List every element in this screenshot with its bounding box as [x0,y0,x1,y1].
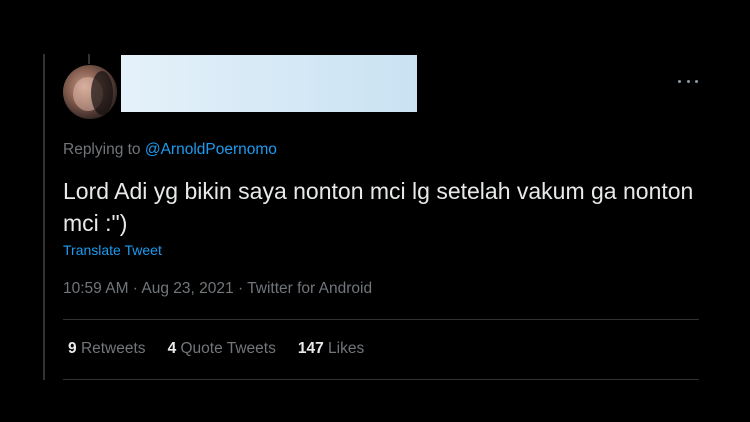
quote-tweets-label: Quote Tweets [180,340,276,357]
dot [695,79,698,83]
tweet-date[interactable]: Aug 23, 2021 [141,280,233,297]
retweets-stat[interactable]: 9 Retweets [68,340,146,358]
tweet-stats: 9 Retweets 4 Quote Tweets 147 Likes [68,340,386,358]
dot [686,79,690,83]
avatar[interactable] [63,65,117,119]
tweet-source[interactable]: Twitter for Android [247,280,372,297]
meta-separator: · [128,280,142,297]
quote-tweets-count: 4 [167,340,177,357]
retweets-label: Retweets [80,340,146,357]
replying-handle-link[interactable]: @ArnoldPoernomo [145,141,277,158]
tweet-screenshot: Replying to @ArnoldPoernomo Lord Adi yg … [0,0,750,422]
tweet-text: Lord Adi yg bikin saya nonton mci lg set… [63,178,694,236]
tweet-time[interactable]: 10:59 AM [63,280,129,297]
thread-line [43,54,45,380]
translate-tweet-link[interactable]: Translate Tweet [63,242,162,258]
more-horizontal-icon[interactable] [678,76,698,86]
thread-connector [88,54,90,64]
avatar-shadow [91,71,113,115]
replying-to-line: Replying to @ArnoldPoernomo [63,141,277,159]
retweets-count: 9 [68,340,77,357]
likes-count: 147 [297,340,324,357]
quote-tweets-stat[interactable]: 4 Quote Tweets [168,340,276,358]
likes-stat[interactable]: 147 Likes [298,340,364,358]
divider [63,319,699,320]
meta-separator: · [233,280,248,297]
divider [63,379,699,380]
redacted-username-block [121,55,417,112]
replying-prefix: Replying to [63,141,145,158]
likes-label: Likes [328,340,365,357]
tweet-meta: 10:59 AM · Aug 23, 2021 · Twitter for An… [63,280,372,298]
dot [678,79,681,83]
